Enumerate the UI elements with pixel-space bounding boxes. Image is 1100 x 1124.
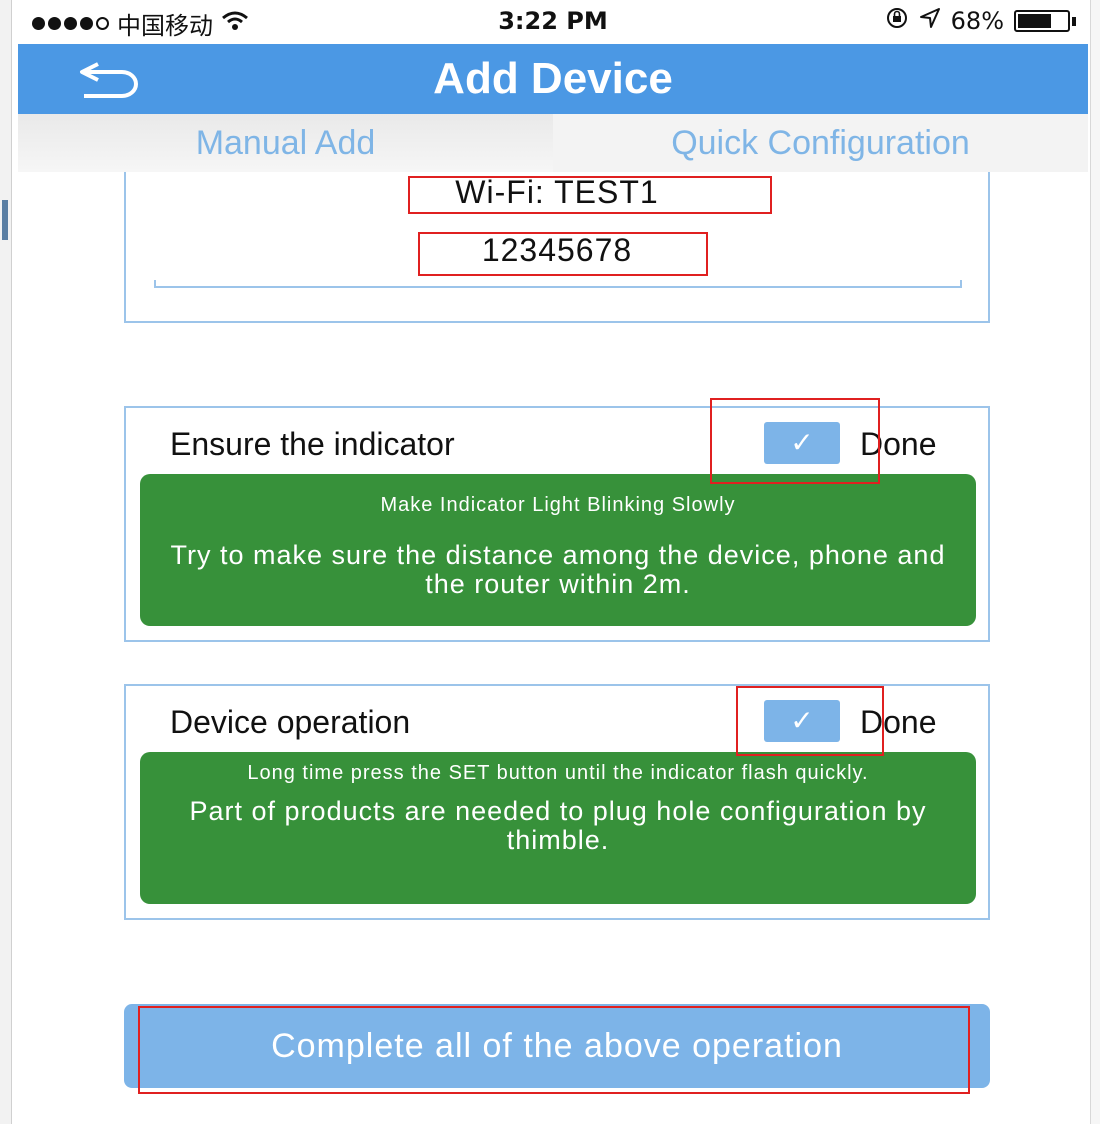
step-card-device-operation: Device operation ✓ Done Long time press … xyxy=(124,684,990,920)
wifi-name: Wi-Fi: TEST1 xyxy=(455,174,659,210)
hint-large-text: Part of products are needed to plug hole… xyxy=(189,796,927,855)
step-title: Ensure the indicator xyxy=(170,426,455,462)
hint-small-text: Long time press the SET button until the… xyxy=(247,762,869,784)
wifi-password-field[interactable]: 12345678 xyxy=(126,232,988,269)
rotation-lock-icon xyxy=(885,6,909,36)
complete-operation-button[interactable]: Complete all of the above operation xyxy=(124,1004,990,1088)
status-right: 68% xyxy=(885,6,1076,36)
hint-panel: Long time press the SET button until the… xyxy=(140,752,976,904)
tab-quick-configuration[interactable]: Quick Configuration xyxy=(553,114,1088,172)
battery-icon xyxy=(1014,10,1076,32)
hint-small-text: Make Indicator Light Blinking Slowly xyxy=(380,494,736,516)
checkmark-icon: ✓ xyxy=(790,426,814,459)
screenshot-right-edge xyxy=(1090,0,1100,1124)
done-checkbox[interactable]: ✓ xyxy=(764,700,840,742)
phone-screen: 中国移动 3:22 PM 68% Add Device Manual Add Q… xyxy=(18,0,1088,1124)
screenshot-left-edge xyxy=(0,0,12,1124)
done-label: Done xyxy=(860,704,937,740)
tab-manual-add[interactable]: Manual Add xyxy=(18,114,553,172)
edge-mark xyxy=(2,200,8,240)
checkmark-icon: ✓ xyxy=(790,704,814,737)
location-arrow-icon xyxy=(919,7,941,35)
status-bar: 中国移动 3:22 PM 68% xyxy=(18,0,1088,44)
tab-bar: Manual Add Quick Configuration xyxy=(18,114,1088,172)
page-title: Add Device xyxy=(433,54,673,103)
hint-large-text: Try to make sure the distance among the … xyxy=(170,540,946,599)
password-input-underline xyxy=(154,280,962,288)
done-label: Done xyxy=(860,426,937,462)
step-card-ensure-indicator: Ensure the indicator ✓ Done Make Indicat… xyxy=(124,406,990,642)
battery-percent: 68% xyxy=(950,7,1004,35)
hint-panel: Make Indicator Light Blinking Slowly Try… xyxy=(140,474,976,626)
nav-header: Add Device xyxy=(18,44,1088,114)
step-title: Device operation xyxy=(170,704,411,740)
done-checkbox[interactable]: ✓ xyxy=(764,422,840,464)
wifi-info-card: Wi-Fi: TEST1 12345678 xyxy=(124,172,990,323)
